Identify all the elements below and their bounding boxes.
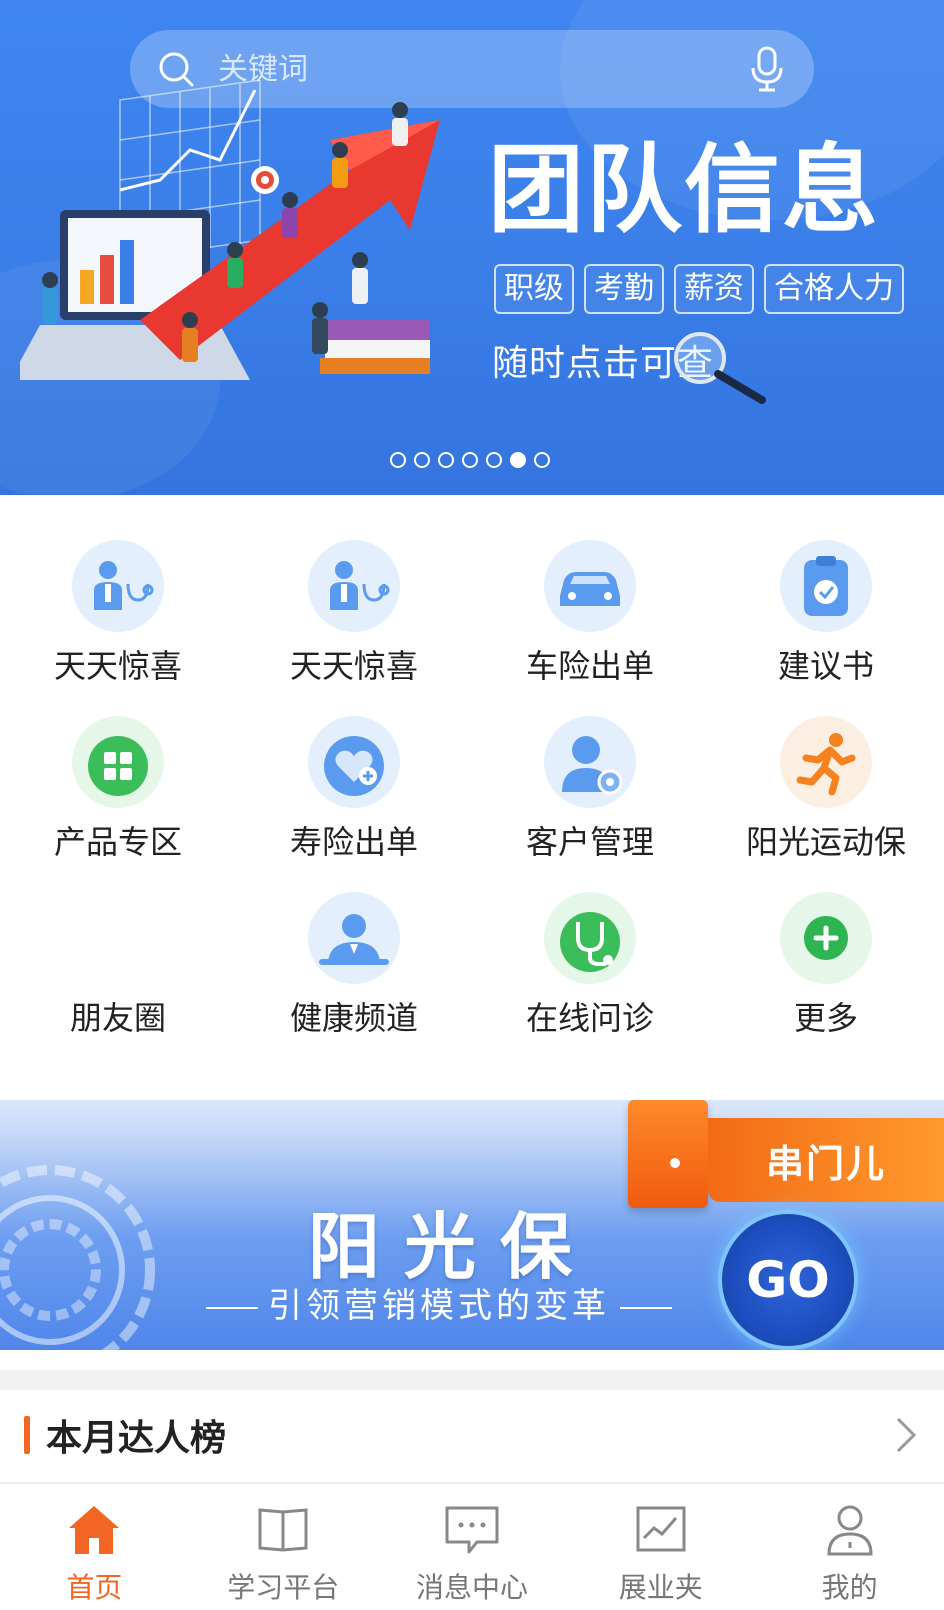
function-grid: 天天惊喜 天天惊喜 车险出单 建议书 产品专区 寿险出单 客户管理 阳光运动保 … [0, 540, 944, 1068]
doctor-icon [308, 540, 400, 632]
moments-icon-placeholder [72, 892, 164, 984]
tab-mine[interactable]: 我的 [755, 1484, 944, 1610]
tab-label: 学习平台 [227, 1571, 340, 1604]
hero-tags: 职级 考勤 薪资 合格人力 [494, 264, 904, 314]
hero-title: 团队信息 [488, 134, 880, 246]
menu-label: 产品专区 [53, 823, 182, 861]
menu-item-sport-insurance[interactable]: 阳光运动保 [708, 716, 944, 892]
runner-icon [780, 716, 872, 808]
carousel-dot[interactable] [534, 452, 550, 468]
section-accent-bar [24, 1416, 30, 1454]
menu-label: 在线问诊 [525, 999, 654, 1037]
menu-item-more[interactable]: 更多 [708, 892, 944, 1068]
menu-item-health-channel[interactable]: 健康频道 [236, 892, 472, 1068]
menu-label: 寿险出单 [289, 823, 418, 861]
section-title: 本月达人榜 [46, 1418, 227, 1459]
doctor-icon [72, 540, 164, 632]
menu-label: 天天惊喜 [289, 647, 418, 685]
magnifier-icon [674, 332, 766, 404]
tab-label: 我的 [821, 1571, 878, 1604]
bottom-tab-bar: 首页 学习平台 消息中心 展业夹 我的 [0, 1482, 944, 1610]
menu-item-tiantian-jingxi-2[interactable]: 天天惊喜 [236, 540, 472, 716]
tab-business-folder[interactable]: 展业夹 [566, 1484, 755, 1610]
home-icon [69, 1506, 120, 1554]
menu-label: 更多 [793, 999, 858, 1037]
hero-tag: 职级 [494, 264, 574, 314]
carousel-dot[interactable] [390, 452, 406, 468]
tech-rings-decoration [0, 1165, 155, 1350]
menu-item-products[interactable]: 产品专区 [0, 716, 236, 892]
menu-item-life-insurance[interactable]: 寿险出单 [236, 716, 472, 892]
promo-banner[interactable]: 阳光保 引领营销模式的变革 串门儿 GO [0, 1100, 944, 1350]
chevron-right-icon[interactable] [890, 1413, 920, 1457]
promo-subtitle-text: 引领营销模式的变革 [268, 1286, 610, 1326]
promo-tag: 串门儿 [708, 1118, 944, 1202]
carousel-indicator [390, 452, 550, 468]
menu-label: 建议书 [777, 647, 874, 685]
hero-banner[interactable]: 团队信息 职级 考勤 薪资 合格人力 随时点击可查 [0, 0, 944, 495]
menu-label: 车险出单 [525, 647, 654, 685]
menu-item-proposal[interactable]: 建议书 [708, 540, 944, 716]
clipboard-check-icon [780, 540, 872, 632]
grid-row: 朋友圈 健康频道 在线问诊 更多 [0, 892, 944, 1068]
user-gear-icon [544, 716, 636, 808]
tab-home[interactable]: 首页 [0, 1484, 189, 1610]
menu-label: 阳光运动保 [745, 823, 906, 861]
menu-label: 朋友圈 [69, 999, 166, 1037]
heart-plus-icon [308, 716, 400, 808]
menu-item-online-consult[interactable]: 在线问诊 [472, 892, 708, 1068]
go-button[interactable]: GO [718, 1210, 858, 1350]
carousel-dot[interactable] [486, 452, 502, 468]
tab-messages[interactable]: 消息中心 [378, 1484, 567, 1610]
user-icon [827, 1505, 873, 1556]
promo-subtitle: 引领营销模式的变革 [196, 1278, 682, 1327]
tab-label: 消息中心 [415, 1571, 528, 1604]
person-icon [308, 892, 400, 984]
menu-label: 健康频道 [289, 999, 418, 1037]
chat-icon [445, 1506, 499, 1554]
menu-item-moments[interactable]: 朋友圈 [0, 892, 236, 1068]
chart-folder-icon [636, 1506, 686, 1552]
book-icon [258, 1508, 308, 1552]
menu-item-car-insurance[interactable]: 车险出单 [472, 540, 708, 716]
menu-label: 天天惊喜 [53, 647, 182, 685]
carousel-dot[interactable] [438, 452, 454, 468]
team-growth-illustration [20, 80, 440, 380]
door-icon [628, 1100, 708, 1208]
plus-circle-icon [780, 892, 872, 984]
grid-row: 产品专区 寿险出单 客户管理 阳光运动保 [0, 716, 944, 892]
car-icon [544, 540, 636, 632]
tab-label: 展业夹 [618, 1571, 703, 1604]
hero-tag: 合格人力 [764, 264, 904, 314]
menu-label: 客户管理 [525, 823, 654, 861]
microphone-icon[interactable] [748, 46, 786, 92]
grid-row: 天天惊喜 天天惊喜 车险出单 建议书 [0, 540, 944, 716]
carousel-dot-active[interactable] [510, 452, 526, 468]
menu-item-customer-mgmt[interactable]: 客户管理 [472, 716, 708, 892]
tab-label: 首页 [66, 1571, 123, 1604]
monthly-ranking-header[interactable]: 本月达人榜 [0, 1370, 944, 1480]
menu-item-tiantian-jingxi[interactable]: 天天惊喜 [0, 540, 236, 716]
hero-tag: 考勤 [584, 264, 664, 314]
carousel-dot[interactable] [462, 452, 478, 468]
hero-tag: 薪资 [674, 264, 754, 314]
tab-learning[interactable]: 学习平台 [189, 1484, 378, 1610]
grid-apps-icon [72, 716, 164, 808]
stethoscope-icon [544, 892, 636, 984]
carousel-dot[interactable] [414, 452, 430, 468]
